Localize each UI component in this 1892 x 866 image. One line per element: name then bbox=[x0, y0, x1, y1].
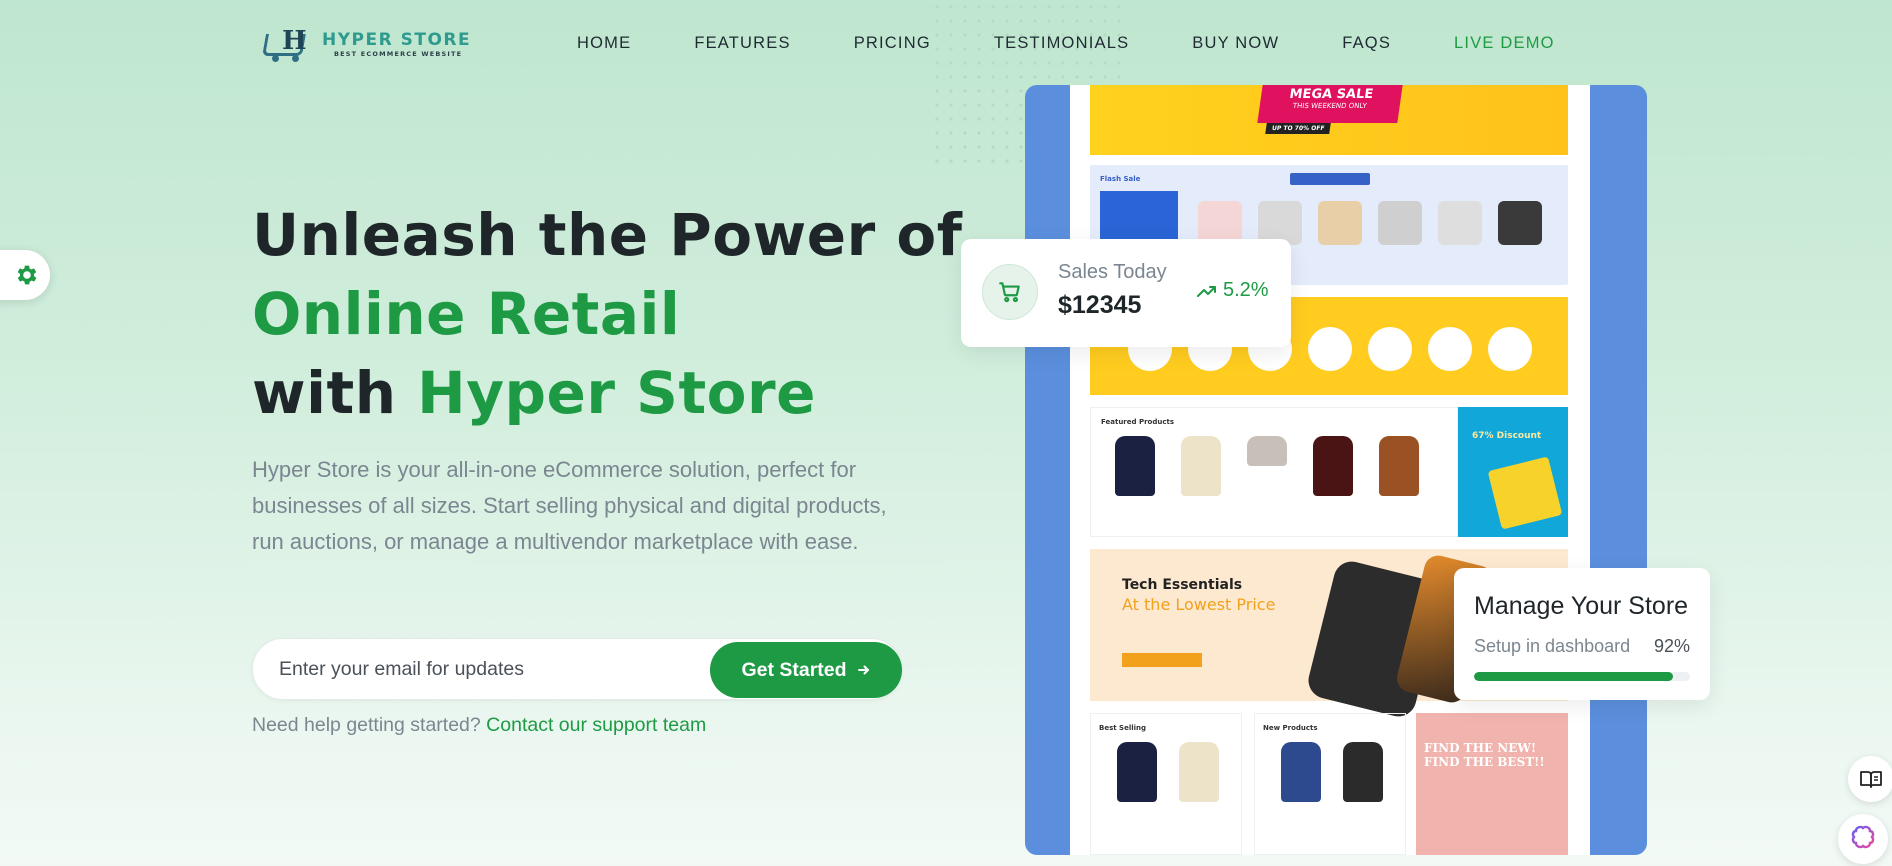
hero-title-highlight: Hyper Store bbox=[417, 359, 816, 427]
preview-product-thumb bbox=[1498, 201, 1542, 245]
manage-percent: 92% bbox=[1653, 636, 1690, 656]
preview-best-selling: Best Selling bbox=[1090, 713, 1242, 855]
preview-featured-products: Featured Products bbox=[1090, 407, 1458, 537]
preview-discount-promo: 67% Discount bbox=[1458, 407, 1568, 537]
hero-title-line3-prefix: with bbox=[252, 359, 418, 427]
logo-cart-icon: H bbox=[262, 24, 316, 64]
preview-product-thumb bbox=[1438, 201, 1482, 245]
sales-growth: 5.2% bbox=[1197, 279, 1269, 302]
hero-title-line2: Online Retail bbox=[252, 280, 681, 348]
get-started-label: Get Started bbox=[741, 658, 847, 681]
preview-bag-image bbox=[1487, 456, 1563, 530]
preview-category-circle bbox=[1428, 327, 1472, 371]
brand-logo[interactable]: H HYPER STORE BEST ECOMMERCE WEBSITE bbox=[262, 24, 472, 64]
ai-assistant-button[interactable] bbox=[1838, 814, 1888, 864]
preview-new-products-label: New Products bbox=[1263, 724, 1318, 732]
preview-timer bbox=[1290, 173, 1370, 185]
preview-upto-badge: UP TO 70% OFF bbox=[1265, 123, 1332, 134]
settings-toggle-button[interactable] bbox=[0, 250, 50, 300]
setup-progress-fill bbox=[1474, 672, 1673, 681]
hero-title: Unleash the Power of Online Retail with … bbox=[252, 196, 962, 433]
gear-icon bbox=[17, 265, 37, 285]
manage-title: Manage Your Store bbox=[1474, 592, 1689, 620]
preview-tech-title: Tech Essentials bbox=[1122, 577, 1243, 593]
nav-buy-now[interactable]: BUY NOW bbox=[1192, 34, 1279, 53]
preview-discount-label: 67% Discount bbox=[1472, 431, 1542, 441]
help-question: Need help getting started? bbox=[252, 714, 481, 736]
store-preview-page: MEGA SALE THIS WEEKEND ONLY UP TO 70% OFF… bbox=[1070, 85, 1590, 855]
book-icon bbox=[1860, 771, 1882, 788]
preview-new-products: New Products bbox=[1254, 713, 1406, 855]
preview-category-circle bbox=[1368, 327, 1412, 371]
email-input[interactable] bbox=[279, 639, 699, 699]
arrow-right-icon bbox=[857, 665, 869, 675]
manage-subtitle: Setup in dashboard bbox=[1474, 636, 1631, 656]
get-started-button[interactable]: Get Started bbox=[710, 642, 902, 698]
preview-fashion-promo: FIND THE NEW! FIND THE BEST!! bbox=[1416, 713, 1568, 855]
brand-tagline: BEST ECOMMERCE WEBSITE bbox=[334, 50, 463, 58]
brain-icon bbox=[1851, 825, 1875, 849]
preview-product-thumb bbox=[1318, 201, 1362, 245]
preview-best-selling-label: Best Selling bbox=[1099, 724, 1147, 732]
preview-product-thumb bbox=[1281, 742, 1321, 802]
preview-product-thumb bbox=[1247, 436, 1287, 466]
trend-up-icon bbox=[1197, 285, 1216, 297]
preview-tech-button bbox=[1122, 653, 1202, 667]
preview-category-circle bbox=[1308, 327, 1352, 371]
preview-mega-sale: MEGA SALE THIS WEEKEND ONLY bbox=[1257, 85, 1403, 123]
preview-product-thumb bbox=[1379, 436, 1419, 496]
sales-label: Sales Today bbox=[1058, 261, 1167, 283]
sales-icon-wrap bbox=[982, 264, 1038, 320]
preview-product-thumb bbox=[1181, 436, 1221, 496]
preview-product-thumb bbox=[1115, 436, 1155, 496]
store-preview-mockup: MEGA SALE THIS WEEKEND ONLY UP TO 70% OFF… bbox=[1025, 85, 1647, 855]
nav-live-demo[interactable]: LIVE DEMO bbox=[1454, 34, 1555, 53]
nav-home[interactable]: HOME bbox=[577, 34, 631, 53]
documentation-button[interactable] bbox=[1848, 756, 1892, 802]
setup-progress-bar bbox=[1474, 672, 1690, 681]
preview-product-thumb bbox=[1313, 436, 1353, 496]
preview-featured-label: Featured Products bbox=[1101, 418, 1174, 426]
hero-description: Hyper Store is your all-in-one eCommerce… bbox=[252, 457, 887, 554]
preview-fashion-text: FIND THE NEW! FIND THE BEST!! bbox=[1424, 741, 1545, 769]
main-nav: HOME FEATURES PRICING TESTIMONIALS BUY N… bbox=[577, 34, 1555, 53]
preview-product-thumb bbox=[1378, 201, 1422, 245]
manage-store-card: Manage Your Store Setup in dashboard 92% bbox=[1454, 568, 1710, 700]
nav-faqs[interactable]: FAQS bbox=[1342, 34, 1391, 53]
preview-sale-banner: MEGA SALE THIS WEEKEND ONLY UP TO 70% OFF bbox=[1090, 85, 1568, 155]
nav-testimonials[interactable]: TESTIMONIALS bbox=[994, 34, 1129, 53]
support-link[interactable]: Contact our support team bbox=[486, 714, 706, 736]
preview-flash-label: Flash Sale bbox=[1100, 175, 1141, 183]
email-signup-form: Get Started bbox=[252, 638, 902, 700]
brand-name: HYPER STORE bbox=[322, 30, 472, 50]
preview-product-thumb bbox=[1179, 742, 1219, 802]
help-text: Need help getting started? Contact our s… bbox=[252, 714, 706, 737]
sales-value: $12345 bbox=[1058, 291, 1142, 319]
preview-category-circle bbox=[1488, 327, 1532, 371]
sales-today-card: Sales Today $12345 5.2% bbox=[961, 239, 1291, 347]
sales-growth-value: 5.2% bbox=[1223, 279, 1269, 301]
preview-tech-subtitle: At the Lowest Price bbox=[1122, 595, 1276, 614]
cart-icon bbox=[999, 282, 1020, 303]
nav-pricing[interactable]: PRICING bbox=[854, 34, 931, 53]
preview-product-thumb bbox=[1343, 742, 1383, 802]
hero-title-line1: Unleash the Power of bbox=[252, 201, 963, 269]
nav-features[interactable]: FEATURES bbox=[694, 34, 790, 53]
preview-product-thumb bbox=[1117, 742, 1157, 802]
